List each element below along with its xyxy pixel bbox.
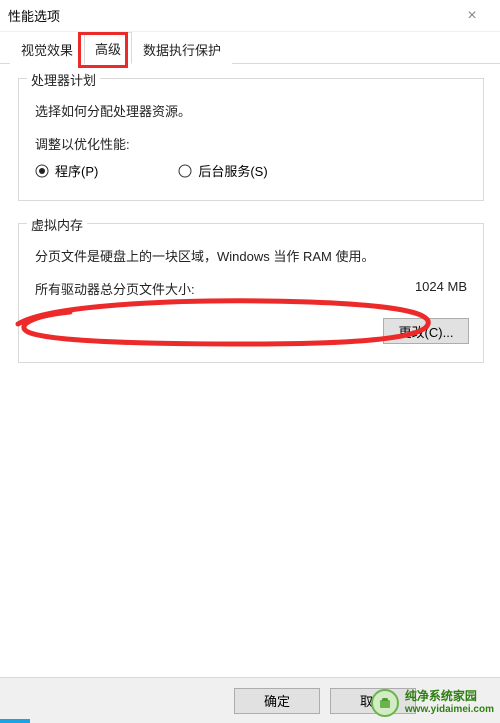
tab-advanced[interactable]: 高级 [84, 32, 132, 64]
processor-desc: 选择如何分配处理器资源。 [35, 101, 467, 120]
tab-dep[interactable]: 数据执行保护 [132, 33, 232, 64]
vm-desc: 分页文件是硬盘上的一块区域，Windows 当作 RAM 使用。 [35, 246, 467, 265]
vm-size-label: 所有驱动器总分页文件大小: [35, 279, 195, 298]
watermark-badge-icon [371, 689, 399, 717]
window-title: 性能选项 [8, 6, 452, 25]
group-processor-scheduling: 处理器计划 选择如何分配处理器资源。 调整以优化性能: 程序(P) 后台服务(S… [18, 78, 484, 201]
adjust-label: 调整以优化性能: [35, 134, 467, 153]
radio-background-services[interactable]: 后台服务(S) [178, 161, 267, 180]
watermark-cn: 纯净系统家园 [405, 690, 494, 704]
radio-programs-label: 程序(P) [55, 161, 98, 180]
ok-button[interactable]: 确定 [234, 688, 320, 714]
radio-off-icon [178, 164, 192, 178]
titlebar: 性能选项 × [0, 0, 500, 32]
watermark-text: 纯净系统家园 www.yidaimei.com [405, 690, 494, 715]
group-title-processor: 处理器计划 [27, 70, 100, 89]
vm-change-row: 更改(C)... [33, 318, 469, 344]
close-icon[interactable]: × [452, 8, 492, 24]
tab-visual-effects[interactable]: 视觉效果 [10, 33, 84, 64]
watermark: 纯净系统家园 www.yidaimei.com [371, 689, 494, 717]
radio-on-icon [35, 164, 49, 178]
decorative-stripe [0, 719, 30, 723]
vm-size-value: 1024 MB [415, 279, 467, 298]
radio-programs[interactable]: 程序(P) [35, 161, 98, 180]
change-button[interactable]: 更改(C)... [383, 318, 469, 344]
watermark-url: www.yidaimei.com [405, 704, 494, 716]
vm-size-row: 所有驱动器总分页文件大小: 1024 MB [35, 279, 467, 298]
performance-options-window: 性能选项 × 视觉效果 高级 数据执行保护 处理器计划 选择如何分配处理器资源。… [0, 0, 500, 723]
radio-row: 程序(P) 后台服务(S) [35, 161, 467, 180]
group-title-vm: 虚拟内存 [27, 215, 87, 234]
radio-background-label: 后台服务(S) [198, 161, 267, 180]
tab-strip: 视觉效果 高级 数据执行保护 [0, 34, 500, 64]
group-virtual-memory: 虚拟内存 分页文件是硬盘上的一块区域，Windows 当作 RAM 使用。 所有… [18, 223, 484, 363]
content-area: 处理器计划 选择如何分配处理器资源。 调整以优化性能: 程序(P) 后台服务(S… [0, 64, 500, 677]
